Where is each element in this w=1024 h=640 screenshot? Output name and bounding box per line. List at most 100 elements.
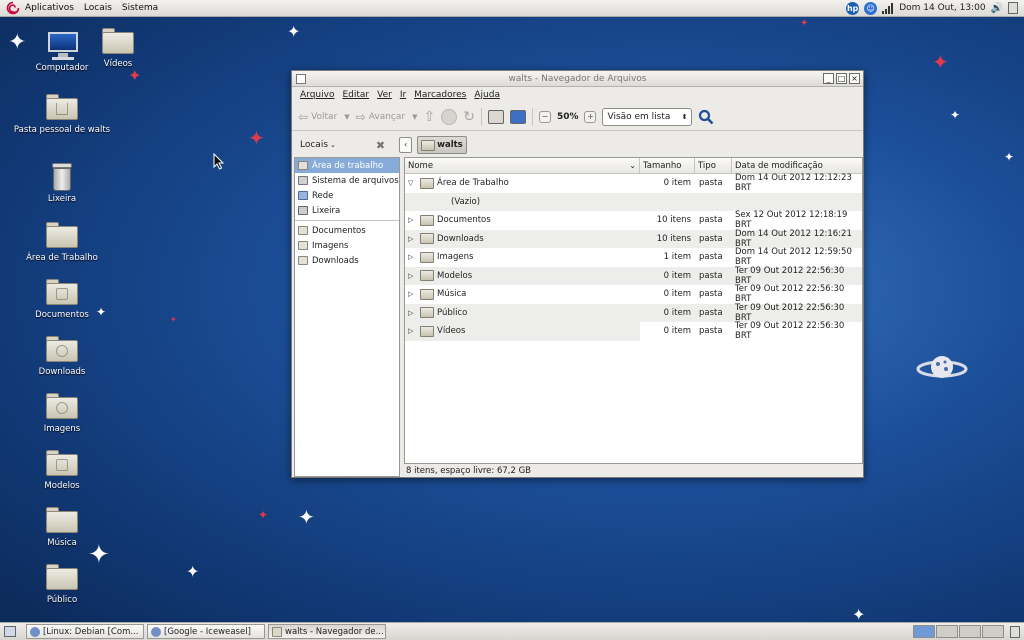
desktop-icon-label: Modelos — [44, 481, 80, 491]
desktop-icon-videos[interactable]: Vídeos — [63, 28, 173, 69]
expander-icon[interactable]: ▷ — [408, 216, 417, 224]
file-date: Ter 09 Out 2012 22:56:30 BRT — [735, 321, 845, 342]
chevron-down-icon[interactable]: ▼ — [412, 113, 417, 121]
home-folder-icon[interactable] — [487, 109, 504, 124]
desktop-icon-documentos[interactable]: Documentos — [7, 279, 117, 320]
table-row[interactable]: ▷ Documentos 10 itens pasta Sex 12 Out 20… — [405, 210, 862, 230]
file-type: pasta — [699, 326, 723, 337]
expander-icon[interactable]: ▷ — [408, 309, 417, 317]
column-header-type[interactable]: Tipo — [695, 158, 732, 173]
window-titlebar[interactable]: walts - Navegador de Arquivos _ □ × — [292, 71, 863, 87]
forward-button[interactable]: ⇨ Avançar ▼ — [356, 110, 418, 124]
close-sidebar-icon[interactable]: ✖ — [376, 139, 385, 152]
sidebar-item-downloads[interactable]: Downloads — [295, 253, 399, 268]
close-button[interactable]: × — [849, 73, 860, 84]
taskbar-item-linux-debian[interactable]: [Linux: Debian [Com... — [26, 624, 144, 639]
up-arrow-icon[interactable]: ⇧ — [423, 109, 435, 125]
sidebar-item-rede[interactable]: Rede — [295, 188, 399, 203]
expander-icon[interactable]: ▷ — [408, 327, 417, 335]
reload-icon[interactable]: ↻ — [463, 109, 475, 125]
taskbar-item-google-iceweasel[interactable]: [Google - Iceweasel] — [147, 624, 265, 639]
toolbar: ⇦ Voltar ▼ ⇨ Avançar ▼ ⇧ ↻ − 50% + Visão… — [292, 103, 863, 131]
workspace-1[interactable] — [913, 625, 935, 638]
path-back-button[interactable]: ‹ — [399, 137, 413, 153]
trash-applet-icon[interactable] — [1010, 625, 1020, 638]
sidebar-item-sistema-de-arquivos[interactable]: Sistema de arquivos — [295, 173, 399, 188]
expander-icon[interactable]: ▽ — [408, 179, 417, 187]
desktop-icon-label: Downloads — [38, 367, 86, 377]
desktop-icon-musica[interactable]: Música — [7, 507, 117, 548]
browser-icon — [30, 626, 40, 637]
table-row[interactable]: ▷ Vídeos 0 item pasta Ter 09 Out 2012 22:… — [405, 321, 862, 342]
expander-icon[interactable]: ▷ — [408, 253, 417, 261]
expander-icon[interactable]: ▷ — [408, 235, 417, 243]
network-signal-icon[interactable] — [882, 2, 894, 14]
show-desktop-icon[interactable] — [4, 626, 16, 637]
workspace-2[interactable] — [936, 625, 958, 638]
table-row[interactable]: ▽ Área de Trabalho 0 item pasta Dom 14 Ou… — [405, 173, 862, 193]
table-row[interactable]: ▷ Imagens 1 item pasta Dom 14 Out 2012 12… — [405, 247, 862, 267]
places-label: Locais — [300, 140, 329, 150]
table-row[interactable]: ▷ Downloads 10 itens pasta Dom 14 Out 201… — [405, 229, 862, 249]
desktop-icon-pasta-pessoal[interactable]: Pasta pessoal de walts — [7, 94, 117, 135]
accessibility-icon[interactable]: ☺ — [864, 1, 878, 15]
maximize-button[interactable]: □ — [836, 73, 847, 84]
file-date: Ter 09 Out 2012 22:56:30 BRT — [735, 284, 845, 305]
file-type: pasta — [699, 270, 723, 281]
menu-locais[interactable]: Locais — [79, 3, 117, 13]
back-button[interactable]: ⇦ Voltar ▼ — [298, 110, 350, 124]
view-mode-select[interactable]: Visão em lista ⬍ — [602, 107, 693, 126]
column-label: Tamanho — [643, 160, 682, 171]
zoom-out-button[interactable]: − — [538, 110, 551, 123]
volume-icon[interactable]: 🔊 — [991, 3, 1003, 14]
clock[interactable]: Dom 14 Out, 13:00 — [899, 3, 985, 13]
menu-ir[interactable]: Ir — [396, 90, 410, 100]
computer-icon[interactable] — [509, 109, 526, 124]
trash-icon — [298, 206, 308, 215]
search-icon[interactable] — [698, 109, 714, 125]
menu-arquivo[interactable]: Arquivo — [296, 90, 338, 100]
desktop-icon-label: Lixeira — [47, 194, 77, 204]
menu-editar[interactable]: Editar — [338, 90, 373, 100]
minimize-button[interactable]: _ — [823, 73, 834, 84]
menu-sistema[interactable]: Sistema — [117, 3, 163, 13]
desktop-icon-imagens[interactable]: Imagens — [7, 393, 117, 434]
column-header-date[interactable]: Data de modificação — [732, 158, 862, 173]
column-header-name[interactable]: Nome ⌄ — [405, 158, 640, 173]
table-row[interactable]: ▷ Música 0 item pasta Ter 09 Out 2012 22:… — [405, 284, 862, 305]
zoom-in-button[interactable]: + — [584, 110, 597, 123]
column-header-size[interactable]: Tamanho — [640, 158, 695, 173]
table-row[interactable]: ▷ Público 0 item pasta Ter 09 Out 2012 22… — [405, 303, 862, 323]
stop-icon[interactable] — [441, 108, 458, 125]
power-icon[interactable] — [1008, 2, 1018, 14]
sidebar-item-lixeira[interactable]: Lixeira — [295, 203, 399, 218]
column-label: Nome — [408, 160, 434, 171]
sidebar-item-imagens[interactable]: Imagens — [295, 238, 399, 253]
desktop-icon-publico[interactable]: Público — [7, 564, 117, 605]
desktop-icon-downloads[interactable]: Downloads — [7, 336, 117, 377]
sidebar-item-label: Área de trabalho — [312, 160, 384, 171]
star-decoration: ✦ — [298, 505, 315, 529]
table-row[interactable]: ▷ Modelos 0 item pasta Ter 09 Out 2012 22… — [405, 266, 862, 286]
desktop-icon-label: Público — [46, 595, 78, 605]
taskbar-item-navegador-de-arquivos[interactable]: walts - Navegador de... — [268, 624, 386, 639]
expander-icon[interactable]: ▷ — [408, 272, 417, 280]
hp-icon[interactable]: hp — [846, 1, 860, 15]
workspace-3[interactable] — [959, 625, 981, 638]
expander-icon[interactable]: ▷ — [408, 290, 417, 298]
debian-logo-icon[interactable] — [6, 1, 20, 15]
menu-ver[interactable]: Ver — [373, 90, 396, 100]
workspace-4[interactable] — [982, 625, 1004, 638]
file-list-header: Nome ⌄ Tamanho Tipo Data de modificação — [405, 158, 862, 174]
path-button-walts[interactable]: walts — [417, 136, 467, 154]
chevron-down-icon[interactable]: ▼ — [344, 113, 349, 121]
places-dropdown[interactable]: Locais ⌄ — [300, 140, 336, 150]
desktop-icon-lixeira[interactable]: Lixeira — [7, 163, 117, 204]
desktop-icon-area-de-trabalho[interactable]: Área de Trabalho — [7, 222, 117, 263]
menu-marcadores[interactable]: Marcadores — [410, 90, 470, 100]
sidebar-item-documentos[interactable]: Documentos — [295, 223, 399, 238]
desktop-icon-modelos[interactable]: Modelos — [7, 450, 117, 491]
sidebar-item-area-de-trabalho[interactable]: Área de trabalho — [295, 158, 399, 173]
menu-aplicativos[interactable]: Aplicativos — [20, 3, 79, 13]
menu-ajuda[interactable]: Ajuda — [470, 90, 504, 100]
